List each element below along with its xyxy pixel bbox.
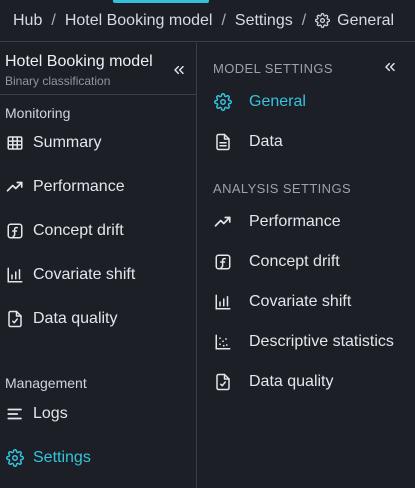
sidebar-item-logs[interactable]: Logs [5,401,68,427]
breadcrumb-separator: / [221,11,226,29]
settings-item-descriptive-statistics[interactable]: Descriptive statistics [213,329,394,355]
trend-icon [213,212,233,232]
settings-panel: MODEL SETTINGS General Data ANALYSIS SET… [198,43,415,488]
sidebar-item-covariate-shift[interactable]: Covariate shift [5,262,135,288]
bar-chart-icon [213,292,233,312]
settings-item-label: Data quality [249,373,334,390]
settings-item-label: Data [249,133,283,150]
settings-item-data-quality[interactable]: Data quality [213,369,334,395]
sidebar-item-data-quality[interactable]: Data quality [5,306,118,332]
sidebar-item-label: Settings [33,449,91,466]
bar-chart-icon [5,265,25,285]
gear-icon [5,448,25,468]
breadcrumb-settings[interactable]: Settings [235,12,293,30]
collapse-sidebar-icon[interactable] [171,62,187,83]
function-icon [213,252,233,272]
sidebar-item-label: Data quality [33,310,118,327]
lines-icon [5,404,25,424]
settings-item-label: General [249,93,306,110]
sidebar-item-label: Performance [33,178,125,195]
settings-item-label: Concept drift [249,253,340,270]
settings-item-label: Covariate shift [249,293,352,310]
analysis-settings-heading: ANALYSIS SETTINGS [213,181,352,196]
breadcrumb-separator: / [51,11,56,29]
table-icon [5,133,25,153]
settings-item-data[interactable]: Data [213,129,283,155]
settings-item-general[interactable]: General [213,89,306,115]
sidebar-item-label: Summary [33,134,102,151]
settings-item-covariate-shift[interactable]: Covariate shift [213,289,351,315]
gear-icon [213,92,233,112]
sidebar-item-summary[interactable]: Summary [5,130,101,156]
settings-item-label: Performance [249,213,341,230]
breadcrumb-general[interactable]: General [337,12,394,30]
document-icon [213,132,233,152]
section-label-management: Management [5,375,87,391]
scatter-icon [213,332,233,352]
breadcrumb-hub[interactable]: Hub [13,12,42,30]
sidebar-item-concept-drift[interactable]: Concept drift [5,218,124,244]
file-check-icon [5,309,25,329]
function-icon [5,221,25,241]
settings-item-performance[interactable]: Performance [213,209,341,235]
trend-icon [5,177,25,197]
sidebar-item-label: Covariate shift [33,266,136,283]
model-type: Binary classification [5,74,111,88]
sidebar-header: Hotel Booking model Binary classificatio… [0,43,196,95]
section-label-monitoring: Monitoring [5,105,71,121]
collapse-panel-icon[interactable] [382,59,398,80]
breadcrumb: Hub / Hotel Booking model / Settings / G… [0,0,415,42]
settings-item-label: Descriptive statistics [249,333,394,350]
model-settings-heading: MODEL SETTINGS [213,61,333,76]
model-title: Hotel Booking model [5,53,153,70]
settings-item-concept-drift[interactable]: Concept drift [213,249,340,275]
file-check-icon [213,372,233,392]
breadcrumb-separator: / [301,11,307,29]
sidebar: Hotel Booking model Binary classificatio… [0,43,197,488]
sidebar-item-settings[interactable]: Settings [5,445,91,471]
sidebar-item-label: Logs [33,405,68,422]
sidebar-item-label: Concept drift [33,222,124,239]
gear-icon [315,13,331,28]
sidebar-item-performance[interactable]: Performance [5,174,125,200]
breadcrumb-model[interactable]: Hotel Booking model [65,12,213,30]
